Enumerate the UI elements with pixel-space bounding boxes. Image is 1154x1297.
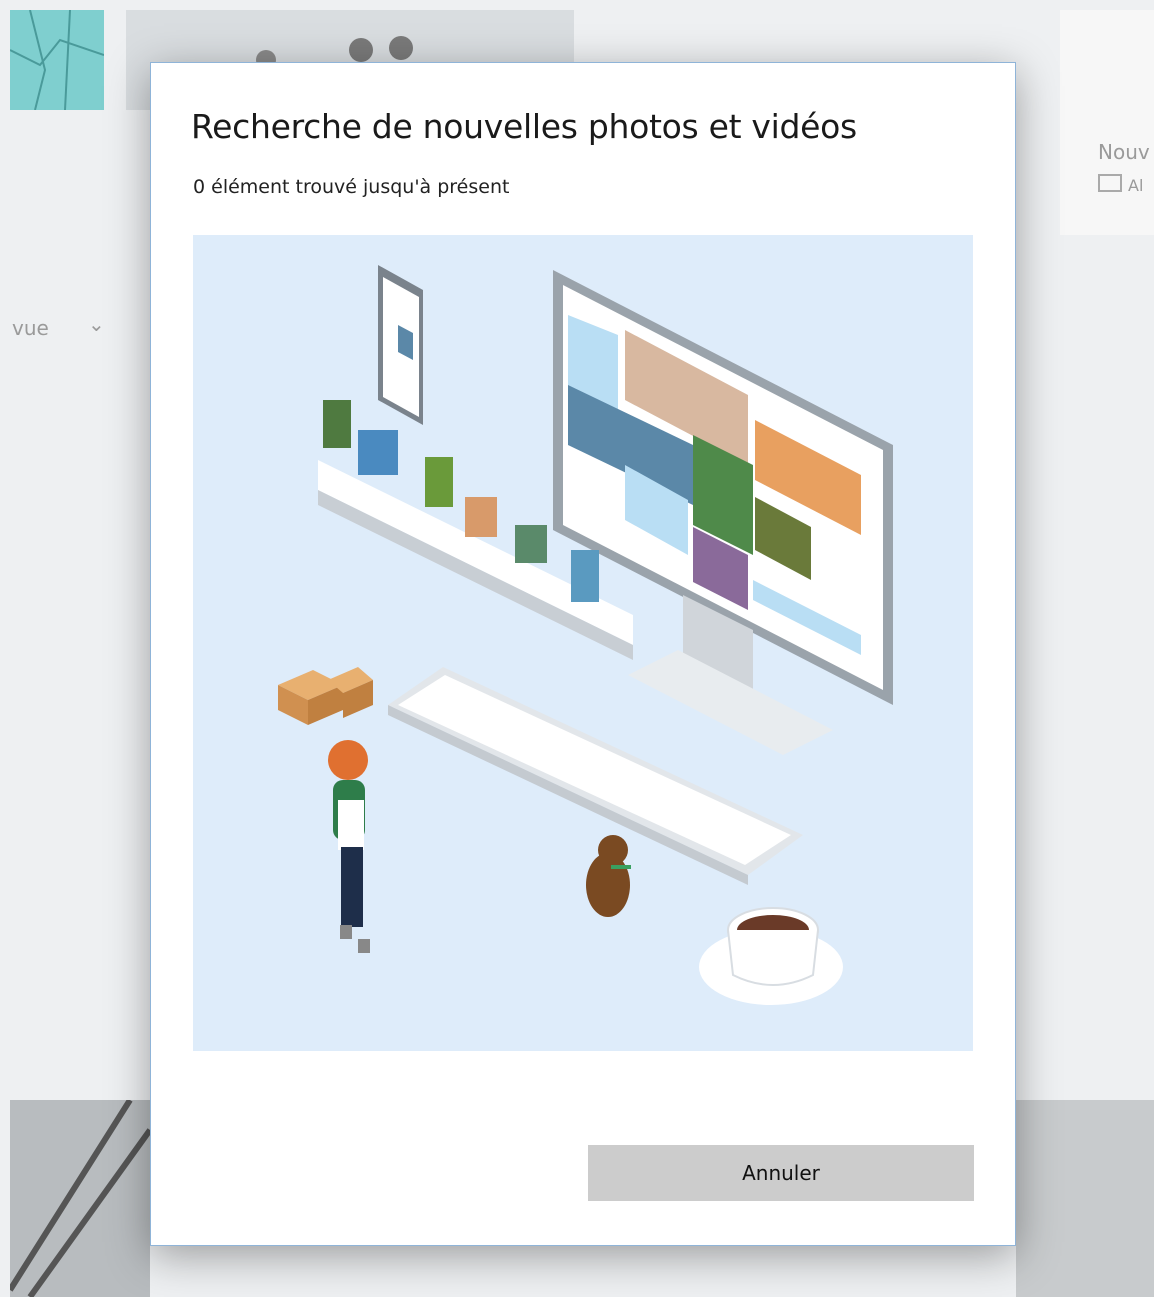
cancel-button[interactable]: Annuler bbox=[588, 1145, 974, 1201]
card-bottom-left bbox=[10, 10, 150, 235]
new-album-label[interactable]: Nouv bbox=[1098, 140, 1150, 164]
computer-scene-illustration bbox=[278, 265, 893, 1005]
bottom-thumbnail-1 bbox=[10, 1100, 150, 1297]
dialog-title: Recherche de nouvelles photos et vidéos bbox=[191, 107, 857, 146]
chevron-down-icon[interactable]: ⌄ bbox=[88, 312, 105, 336]
search-dialog: Recherche de nouvelles photos et vidéos … bbox=[150, 62, 1016, 1246]
search-illustration bbox=[193, 235, 973, 1051]
album-icon bbox=[1098, 174, 1122, 192]
view-dropdown-label[interactable]: vue bbox=[12, 316, 49, 340]
album-card-top-right bbox=[1060, 10, 1154, 235]
bottom-thumbnail-2 bbox=[1016, 1100, 1154, 1297]
items-found-status: 0 élément trouvé jusqu'à présent bbox=[193, 176, 510, 198]
album-label: Al bbox=[1128, 176, 1144, 195]
